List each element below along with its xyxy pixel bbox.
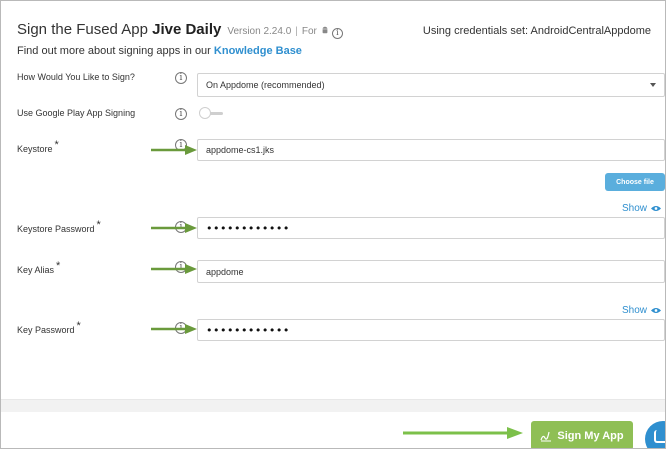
platform-info-icon[interactable]: i <box>331 27 343 39</box>
annotation-arrow <box>151 264 197 274</box>
platform-for-label: For <box>301 26 317 37</box>
show-key-password-button[interactable]: Show <box>622 305 661 316</box>
choose-file-button[interactable]: Choose file <box>605 173 665 191</box>
keystore-file-value: appdome-cs1.jks <box>206 145 275 155</box>
key-password-input[interactable]: •••••••••••• <box>197 319 665 341</box>
knowledge-base-link[interactable]: Knowledge Base <box>214 45 302 57</box>
google-play-signing-toggle[interactable] <box>199 107 223 119</box>
toggle-knob <box>199 107 211 119</box>
key-alias-label: Key Alias * <box>17 260 61 275</box>
show-keystore-password-button[interactable]: Show <box>622 203 661 214</box>
keystore-file-field[interactable]: appdome-cs1.jks <box>197 139 665 161</box>
annotation-arrow <box>151 145 197 155</box>
knowledge-base-text: Find out more about signing apps in our … <box>17 45 302 57</box>
page-title: Sign the Fused App Jive Daily <box>17 21 222 38</box>
sign-method-value: On Appdome (recommended) <box>206 80 325 90</box>
sign-method-select[interactable]: On Appdome (recommended) <box>197 73 665 97</box>
chevron-down-icon <box>650 83 656 87</box>
android-icon <box>322 26 328 34</box>
keystore-password-input[interactable]: •••••••••••• <box>197 217 665 239</box>
key-password-label: Key Password * <box>17 320 81 335</box>
eye-icon <box>651 308 661 313</box>
sign-app-panel: Sign the Fused App Jive Daily Version 2.… <box>0 0 666 449</box>
key-password-value: •••••••••••• <box>206 323 290 337</box>
chat-icon[interactable] <box>645 421 665 448</box>
google-play-signing-info-icon[interactable]: i <box>175 108 187 120</box>
annotation-arrow <box>403 427 523 439</box>
signature-icon <box>540 431 552 441</box>
keystore-label: Keystore * <box>17 139 59 154</box>
annotation-arrow <box>151 223 197 233</box>
keystore-password-label: Keystore Password * <box>17 219 101 234</box>
footer-divider <box>1 399 665 412</box>
google-play-signing-label: Use Google Play App Signing <box>17 108 136 118</box>
sign-my-app-button[interactable]: Sign My App <box>531 421 633 448</box>
key-alias-input[interactable]: appdome <box>197 260 665 283</box>
title-row: Sign the Fused App Jive Daily Version 2.… <box>17 21 343 39</box>
key-alias-value: appdome <box>206 266 244 277</box>
chat-icon-glyph <box>654 430 665 443</box>
eye-icon <box>651 206 661 211</box>
annotation-arrow <box>151 324 197 334</box>
sign-method-label: How Would You Like to Sign? <box>17 72 135 82</box>
credentials-set: Using credentials set: AndroidCentralApp… <box>422 25 651 37</box>
title-separator: | <box>295 26 298 37</box>
version-label: Version 2.24.0 <box>227 26 292 37</box>
keystore-password-value: •••••••••••• <box>206 221 290 235</box>
sign-method-info-icon[interactable]: i <box>175 72 187 84</box>
app-name: Jive Daily <box>152 21 222 38</box>
